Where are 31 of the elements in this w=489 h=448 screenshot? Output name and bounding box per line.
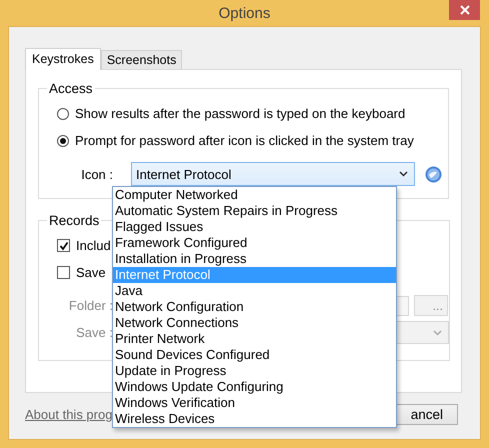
- dropdown-item[interactable]: Flagged Issues: [113, 219, 396, 235]
- dropdown-item[interactable]: Sound Devices Configured: [113, 347, 396, 363]
- close-button[interactable]: [449, 0, 480, 20]
- globe-icon[interactable]: [425, 166, 442, 182]
- radio-label: Show results after the password is typed on the keyboard: [75, 106, 406, 121]
- chevron-icon: [399, 171, 408, 177]
- radio-button[interactable]: [57, 134, 69, 146]
- dropdown-item[interactable]: Network Configuration: [113, 299, 396, 315]
- dropdown-item[interactable]: Java: [113, 283, 396, 299]
- checkbox-label: Includ: [76, 238, 111, 253]
- window-title: Options: [218, 4, 270, 22]
- dropdown-item[interactable]: Windows Update Configuring: [113, 379, 396, 395]
- chevron-icon: [433, 330, 442, 336]
- icon-label: Icon :: [80, 166, 114, 182]
- radio-button[interactable]: [57, 108, 69, 120]
- icon-dropdown[interactable]: Internet Protocol: [131, 162, 415, 186]
- dropdown-item[interactable]: Printer Network: [113, 331, 396, 347]
- tab[interactable]: Keystrokes: [25, 48, 101, 70]
- group-title: Access: [48, 81, 94, 96]
- dropdown-item[interactable]: Computer Networked: [113, 187, 396, 203]
- dropdown-item[interactable]: Update in Progress: [113, 363, 396, 379]
- tab[interactable]: Screenshots: [100, 50, 182, 69]
- dropdown-item[interactable]: Installation in Progress: [113, 251, 396, 267]
- checkbox-label: Save: [76, 265, 106, 280]
- dropdown-item[interactable]: Network Connections: [113, 315, 396, 331]
- dropdown-item[interactable]: Framework Configured: [113, 235, 396, 251]
- about-link[interactable]: About this prog: [25, 407, 112, 422]
- dropdown-item[interactable]: Automatic System Repairs in Progress: [113, 203, 396, 219]
- close-icon: [460, 5, 470, 15]
- radio-label: Prompt for password after icon is clicked in the system tray: [75, 133, 414, 148]
- group-title: Records: [48, 213, 100, 228]
